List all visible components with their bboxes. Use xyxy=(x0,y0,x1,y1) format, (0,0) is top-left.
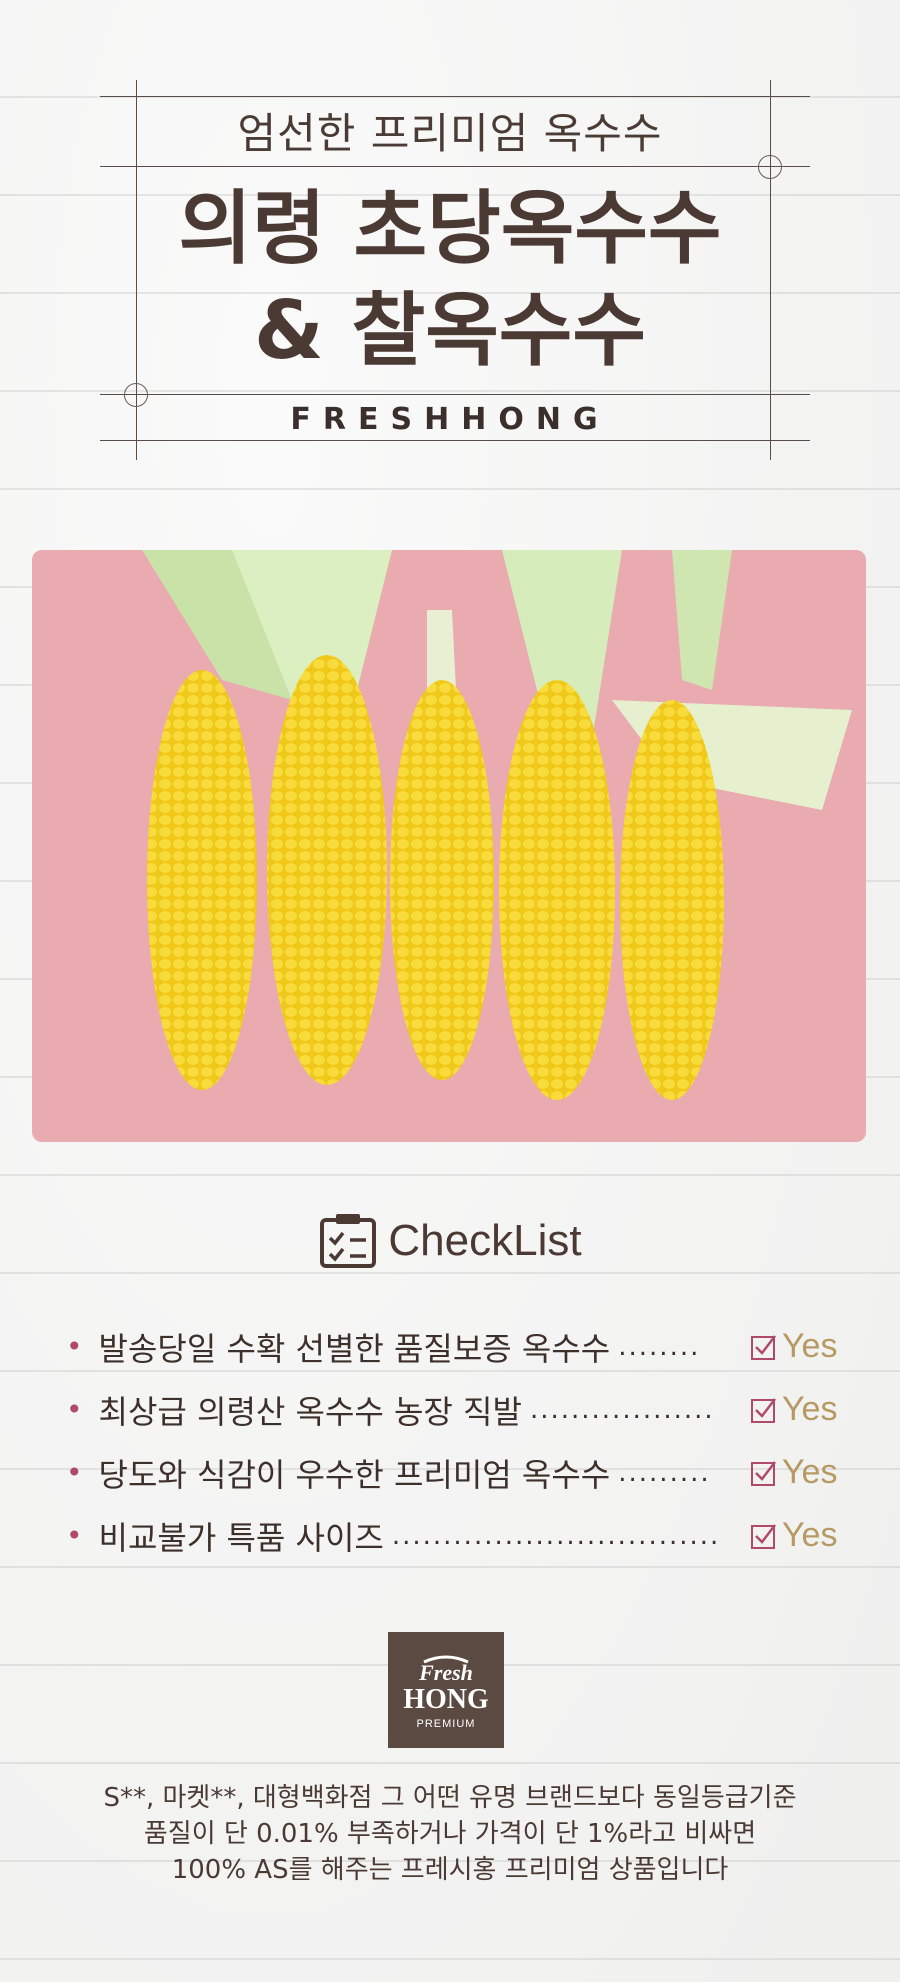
logo-premium: PREMIUM xyxy=(416,1718,476,1730)
checklist: • 발송당일 수확 선별한 품질보증 옥수수 ........ Yes • 최상… xyxy=(66,1315,846,1567)
title-line-2: & 찰옥수수 xyxy=(253,284,647,377)
corn-illustration xyxy=(142,550,852,1100)
checkbox-checked-icon xyxy=(751,1397,776,1423)
dot-leader: .................. xyxy=(529,1394,715,1425)
checkbox-checked-icon xyxy=(751,1334,776,1360)
checklist-item: • 당도와 식감이 우수한 프리미엄 옥수수 ......... Yes xyxy=(66,1441,846,1504)
checklist-item-text: 최상급 의령산 옥수수 농장 직발 xyxy=(98,1392,522,1431)
guarantee-text: S**, 마켓**, 대형백화점 그 어떤 유명 브랜드보다 동일등급기준 품질… xyxy=(0,1780,900,1888)
clipboard-check-icon xyxy=(320,1214,377,1268)
checklist-item-text: 발송당일 수확 선별한 품질보증 옥수수 xyxy=(98,1329,611,1368)
bullet-icon: • xyxy=(66,1393,83,1426)
bullet-icon: • xyxy=(66,1330,83,1363)
corn-photo xyxy=(32,550,866,1142)
checklist-item-text: 비교불가 특품 사이즈 xyxy=(98,1518,384,1557)
footer-line-2: 품질이 단 0.01% 부족하거나 가격이 단 1%라고 비싸면 xyxy=(143,1819,757,1849)
checkbox-checked-icon xyxy=(751,1523,776,1549)
corn-cob xyxy=(499,680,615,1100)
yes-label: Yes xyxy=(782,1327,838,1365)
dot-leader: ........ xyxy=(618,1331,701,1362)
logo-fresh: Fresh xyxy=(419,1660,473,1685)
bullet-icon: • xyxy=(66,1456,83,1489)
footer-line-1: S**, 마켓**, 대형백화점 그 어떤 유명 브랜드보다 동일등급기준 xyxy=(103,1783,797,1813)
checklist-item: • 최상급 의령산 옥수수 농장 직발 .................. Y… xyxy=(66,1378,846,1441)
header-title: 의령 초당옥수수 & 찰옥수수 xyxy=(0,178,900,382)
yes-label: Yes xyxy=(782,1390,838,1428)
brand-text: FRESHHONG xyxy=(290,402,610,437)
checklist-item-text: 당도와 식감이 우수한 프리미엄 옥수수 xyxy=(98,1455,611,1494)
freshhong-logo: Fresh HONG PREMIUM xyxy=(388,1632,504,1748)
yes-label: Yes xyxy=(782,1453,838,1491)
checklist-item: • 발송당일 수확 선별한 품질보증 옥수수 ........ Yes xyxy=(66,1315,846,1378)
checklist-item: • 비교불가 특품 사이즈 ..........................… xyxy=(66,1504,846,1567)
title-line-1: 의령 초당옥수수 xyxy=(178,182,722,275)
logo-hong: HONG xyxy=(403,1684,489,1715)
header-subtitle: 엄선한 프리미엄 옥수수 xyxy=(237,109,663,158)
checklist-title: CheckList xyxy=(388,1216,582,1265)
yes-label: Yes xyxy=(782,1516,838,1554)
dot-leader: ................................ xyxy=(391,1520,721,1551)
corn-cob xyxy=(390,680,494,1080)
checkbox-checked-icon xyxy=(751,1460,776,1486)
corn-cob xyxy=(147,670,257,1090)
checklist-heading: CheckList xyxy=(0,1212,900,1274)
dot-leader: ......... xyxy=(618,1457,711,1488)
bullet-icon: • xyxy=(66,1519,83,1552)
corn-cob xyxy=(620,700,724,1100)
footer-line-3: 100% AS를 해주는 프레시홍 프리미엄 상품입니다 xyxy=(171,1855,729,1885)
husk xyxy=(672,550,732,690)
corn-cob xyxy=(267,655,387,1085)
